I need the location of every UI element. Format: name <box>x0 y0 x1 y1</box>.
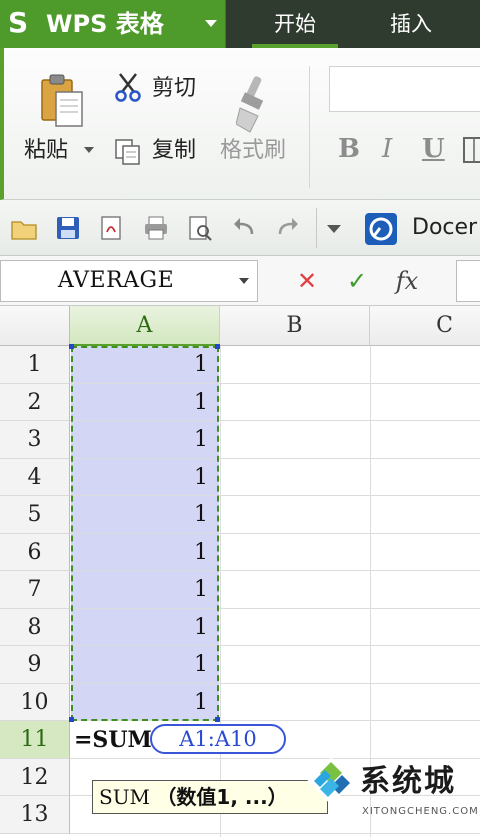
title-bar: S WPS 表格 开始 插入 <box>0 0 480 48</box>
row-header[interactable]: 7 <box>0 571 70 609</box>
select-all-corner[interactable] <box>0 306 70 346</box>
app-menu-caret-icon <box>205 20 217 27</box>
copy-button-label[interactable]: 复制 <box>152 138 196 164</box>
qat-separator <box>316 208 317 248</box>
app-menu-button[interactable]: S WPS 表格 <box>0 0 226 48</box>
save-icon[interactable] <box>54 214 82 242</box>
reference-range-marquee <box>71 346 219 721</box>
tooltip-arguments: （数值1, ...） <box>156 785 288 809</box>
cell-formula-text: =SUM <box>74 727 152 753</box>
font-name-input[interactable] <box>329 66 480 112</box>
docer-icon[interactable] <box>364 212 398 246</box>
range-handle[interactable] <box>69 344 74 349</box>
italic-button[interactable]: I <box>382 134 392 164</box>
app-title: WPS 表格 <box>46 10 164 38</box>
paste-icon[interactable] <box>40 72 84 128</box>
tooltip-function-name: SUM <box>99 785 151 809</box>
column-header-a[interactable]: A <box>70 306 220 346</box>
name-box[interactable]: AVERAGE <box>0 260 258 302</box>
wps-logo-icon: S <box>8 6 29 39</box>
name-box-value: AVERAGE <box>57 268 175 293</box>
ribbon-separator <box>309 66 310 188</box>
undo-icon[interactable] <box>230 214 258 242</box>
customize-qat-caret-icon[interactable] <box>326 224 342 234</box>
row-header[interactable]: 2 <box>0 383 70 421</box>
range-reference-token[interactable]: A1:A10 <box>150 724 286 754</box>
paste-dropdown-caret-icon[interactable] <box>84 147 94 153</box>
row-header[interactable]: 1 <box>0 346 70 384</box>
column-header-c[interactable]: C <box>370 306 480 346</box>
docer-label[interactable]: Docer <box>412 212 477 244</box>
print-preview-icon[interactable] <box>186 214 214 242</box>
insert-function-button[interactable]: fx <box>390 264 424 298</box>
formula-bar: AVERAGE ✕ ✓ fx <box>0 256 480 306</box>
open-icon[interactable] <box>10 214 38 242</box>
redo-icon[interactable] <box>274 214 302 242</box>
spreadsheet-grid[interactable]: A B C 1 1 2 1 3 1 4 1 5 1 6 1 7 1 8 1 9 1 10 1 11 12 13 =SUM A… <box>0 306 480 837</box>
format-painter-label[interactable]: 格式刷 <box>220 138 286 164</box>
row-header[interactable]: 12 <box>0 758 70 796</box>
ribbon: 粘贴 剪切 复制 格式刷 B I U <box>0 48 480 200</box>
copy-icon[interactable] <box>114 138 142 166</box>
border-icon[interactable] <box>462 136 480 164</box>
row-header[interactable]: 8 <box>0 608 70 646</box>
function-signature-tooltip: SUM （数值1, ...） <box>92 780 328 814</box>
row-header[interactable]: 11 <box>0 721 70 759</box>
row-header[interactable]: 3 <box>0 421 70 459</box>
row-header[interactable]: 5 <box>0 496 70 534</box>
enter-icon[interactable]: ✓ <box>340 264 374 298</box>
row-header[interactable]: 10 <box>0 683 70 721</box>
cut-button-label[interactable]: 剪切 <box>152 76 196 102</box>
watermark-subtext: XITONGCHENG.COM <box>362 806 479 817</box>
quick-access-toolbar: Docer <box>0 200 480 256</box>
cancel-icon[interactable]: ✕ <box>290 264 324 298</box>
underline-button[interactable]: U <box>422 134 445 164</box>
tab-insert[interactable]: 插入 <box>368 0 454 48</box>
bold-button[interactable]: B <box>338 134 360 164</box>
print-icon[interactable] <box>142 214 170 242</box>
paste-button-label[interactable]: 粘贴 <box>24 138 68 164</box>
name-box-caret-icon[interactable] <box>239 278 249 284</box>
format-painter-icon[interactable] <box>236 74 272 134</box>
row-divider <box>70 832 480 834</box>
column-header-b[interactable]: B <box>220 306 370 346</box>
row-header[interactable]: 13 <box>0 796 70 834</box>
row-header[interactable]: 9 <box>0 646 70 684</box>
watermark-logo-icon <box>307 757 355 805</box>
scissors-icon[interactable] <box>114 72 142 102</box>
range-handle[interactable] <box>215 344 220 349</box>
formula-input[interactable] <box>456 260 480 302</box>
row-header[interactable]: 6 <box>0 533 70 571</box>
watermark-text: 系统城 <box>360 764 456 799</box>
export-pdf-icon[interactable] <box>98 214 126 242</box>
row-header[interactable]: 4 <box>0 458 70 496</box>
tab-start[interactable]: 开始 <box>252 0 338 48</box>
